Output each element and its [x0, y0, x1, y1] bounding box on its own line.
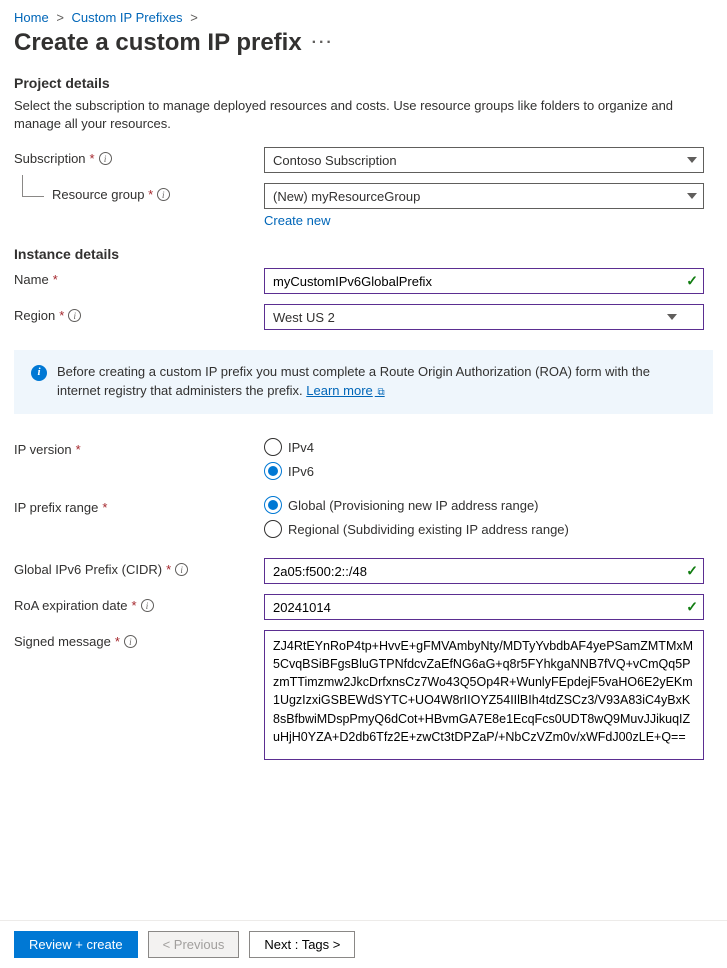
- next-button[interactable]: Next : Tags >: [249, 931, 355, 958]
- breadcrumb-custom-ip-prefixes[interactable]: Custom IP Prefixes: [72, 10, 183, 25]
- radio-regional[interactable]: Regional (Subdividing existing IP addres…: [264, 520, 704, 538]
- required-marker: *: [115, 634, 120, 649]
- breadcrumb-sep-2: >: [190, 10, 198, 25]
- check-icon: ✓: [686, 599, 698, 616]
- required-marker: *: [102, 500, 107, 515]
- review-create-button[interactable]: Review + create: [14, 931, 138, 958]
- subscription-dropdown[interactable]: Contoso Subscription: [264, 147, 704, 173]
- chevron-down-icon: [687, 157, 697, 163]
- breadcrumb: Home > Custom IP Prefixes >: [14, 10, 713, 25]
- roa-expiration-input[interactable]: [264, 594, 704, 620]
- check-icon: ✓: [686, 273, 698, 290]
- info-banner: i Before creating a custom IP prefix you…: [14, 350, 713, 414]
- cidr-input[interactable]: [264, 558, 704, 584]
- region-value: West US 2: [273, 310, 335, 325]
- footer: Review + create < Previous Next : Tags >: [0, 920, 727, 968]
- section-title-project-details: Project details: [14, 75, 713, 91]
- radio-icon: [264, 438, 282, 456]
- info-icon[interactable]: i: [99, 152, 112, 165]
- region-dropdown[interactable]: West US 2: [264, 304, 704, 330]
- resource-group-dropdown[interactable]: (New) myResourceGroup: [264, 183, 704, 209]
- radio-ipv4[interactable]: IPv4: [264, 438, 704, 456]
- external-link-icon: ⧉: [375, 387, 385, 398]
- learn-more-link[interactable]: Learn more ⧉: [306, 383, 384, 398]
- radio-ipv6[interactable]: IPv6: [264, 462, 704, 480]
- hierarchy-connector: [22, 175, 44, 197]
- info-icon[interactable]: i: [157, 188, 170, 201]
- breadcrumb-home[interactable]: Home: [14, 10, 49, 25]
- resource-group-label: Resource group: [52, 187, 145, 202]
- previous-button: < Previous: [148, 931, 240, 958]
- section-title-instance-details: Instance details: [14, 246, 713, 262]
- name-label: Name: [14, 272, 49, 287]
- create-new-link[interactable]: Create new: [264, 213, 704, 228]
- radio-global[interactable]: Global (Provisioning new IP address rang…: [264, 496, 704, 514]
- name-input[interactable]: [264, 268, 704, 294]
- more-actions-icon[interactable]: ···: [312, 34, 334, 52]
- info-icon[interactable]: i: [175, 563, 188, 576]
- project-details-description: Select the subscription to manage deploy…: [14, 97, 694, 133]
- resource-group-value: (New) myResourceGroup: [273, 189, 420, 204]
- required-marker: *: [90, 151, 95, 166]
- subscription-label: Subscription: [14, 151, 86, 166]
- chevron-down-icon: [667, 314, 677, 320]
- radio-icon: [264, 462, 282, 480]
- radio-label-regional: Regional (Subdividing existing IP addres…: [288, 522, 569, 537]
- region-label: Region: [14, 308, 55, 323]
- page-title: Create a custom IP prefix: [14, 29, 302, 57]
- info-icon[interactable]: i: [68, 309, 81, 322]
- check-icon: ✓: [686, 563, 698, 580]
- info-icon: i: [31, 365, 47, 381]
- page-title-row: Create a custom IP prefix ···: [14, 29, 713, 57]
- radio-label-ipv4: IPv4: [288, 440, 314, 455]
- radio-icon: [264, 496, 282, 514]
- breadcrumb-sep: >: [56, 10, 64, 25]
- chevron-down-icon: [687, 193, 697, 199]
- roa-expiration-label: RoA expiration date: [14, 598, 127, 613]
- cidr-label: Global IPv6 Prefix (CIDR): [14, 562, 162, 577]
- signed-message-input[interactable]: [264, 630, 704, 760]
- radio-icon: [264, 520, 282, 538]
- radio-label-ipv6: IPv6: [288, 464, 314, 479]
- signed-message-label: Signed message: [14, 634, 111, 649]
- subscription-value: Contoso Subscription: [273, 153, 397, 168]
- required-marker: *: [131, 598, 136, 613]
- info-icon[interactable]: i: [141, 599, 154, 612]
- required-marker: *: [166, 562, 171, 577]
- ip-prefix-range-label: IP prefix range: [14, 500, 98, 515]
- required-marker: *: [76, 442, 81, 457]
- info-icon[interactable]: i: [124, 635, 137, 648]
- required-marker: *: [53, 272, 58, 287]
- required-marker: *: [145, 187, 154, 202]
- required-marker: *: [59, 308, 64, 323]
- radio-label-global: Global (Provisioning new IP address rang…: [288, 498, 539, 513]
- ip-version-label: IP version: [14, 442, 72, 457]
